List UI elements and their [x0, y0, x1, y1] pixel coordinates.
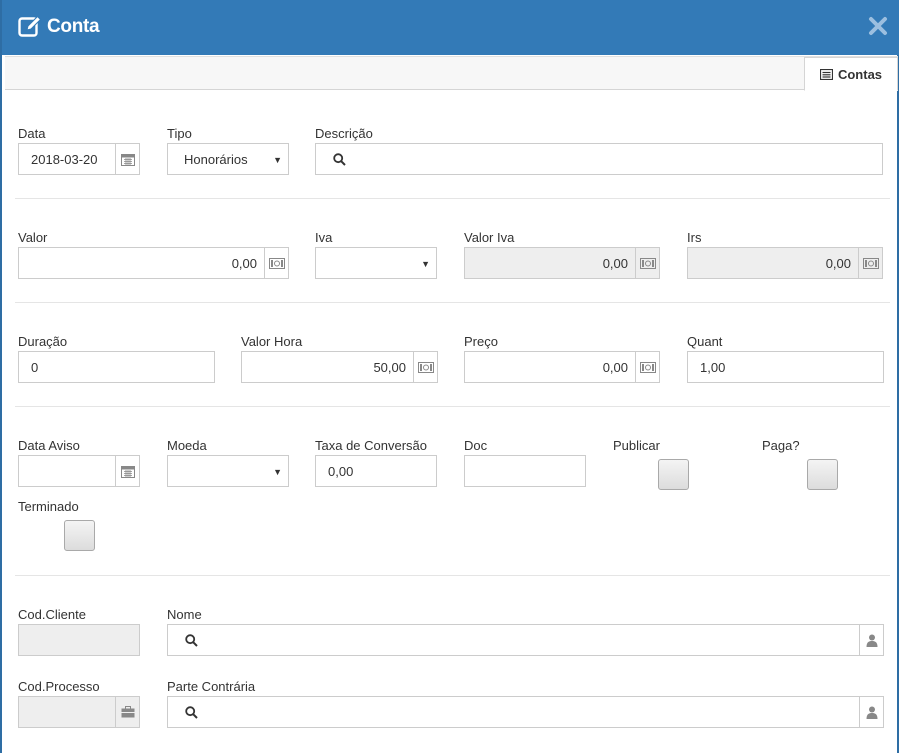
doc-label: Doc — [464, 438, 488, 453]
nome-input[interactable] — [167, 624, 884, 656]
data-value: 2018-03-20 — [31, 151, 98, 167]
tipo-label: Tipo — [167, 126, 192, 141]
user-icon[interactable] — [859, 697, 883, 727]
irs-value: 0,00 — [825, 255, 851, 271]
quant-label: Quant — [687, 334, 723, 349]
moeda-label: Moeda — [167, 438, 207, 453]
cod-cliente-label: Cod.Cliente — [18, 607, 86, 622]
descricao-label: Descrição — [315, 126, 373, 141]
tab-contas[interactable]: Contas — [804, 57, 898, 91]
preco-input[interactable]: 0,00 — [464, 351, 660, 383]
account-modal: Conta Contas Data 2018-03-20 Tipo Honorá… — [0, 0, 899, 753]
publicar-checkbox[interactable] — [658, 459, 689, 490]
edit-icon — [18, 15, 42, 37]
money-icon — [635, 352, 659, 382]
search-icon — [168, 705, 198, 719]
valor-hora-input[interactable]: 50,00 — [241, 351, 438, 383]
divider — [15, 198, 890, 199]
search-icon — [168, 633, 198, 647]
irs-field: 0,00 — [687, 247, 883, 279]
iva-select[interactable]: ▼ — [315, 247, 437, 279]
modal-header: Conta — [2, 0, 899, 55]
terminado-label: Terminado — [18, 499, 79, 514]
valor-iva-label: Valor Iva — [464, 230, 515, 245]
valor-input[interactable]: 0,00 — [18, 247, 289, 279]
divider — [15, 575, 890, 576]
nome-label: Nome — [167, 607, 202, 622]
moeda-select[interactable]: ▼ — [167, 455, 289, 487]
quant-input[interactable]: 1,00 — [687, 351, 884, 383]
money-icon — [635, 248, 659, 278]
taxa-value: 0,00 — [328, 463, 354, 479]
valor-value: 0,00 — [231, 255, 257, 271]
taxa-label: Taxa de Conversão — [315, 438, 428, 453]
valor-label: Valor — [18, 230, 48, 245]
money-icon — [413, 352, 437, 382]
tipo-value: Honorários — [184, 151, 248, 167]
divider — [15, 302, 890, 303]
cod-processo-label: Cod.Processo — [18, 679, 100, 694]
cod-processo-field — [18, 696, 140, 728]
money-icon — [264, 248, 288, 278]
taxa-input[interactable]: 0,00 — [315, 455, 437, 487]
cod-cliente-field — [18, 624, 140, 656]
caret-down-icon: ▼ — [273, 155, 282, 165]
parte-contraria-label: Parte Contrária — [167, 679, 256, 694]
paga-checkbox[interactable] — [807, 459, 838, 490]
irs-label: Irs — [687, 230, 702, 245]
calendar-icon[interactable] — [115, 144, 139, 174]
caret-down-icon: ▼ — [273, 467, 282, 477]
terminado-checkbox[interactable] — [64, 520, 95, 551]
iva-label: Iva — [315, 230, 333, 245]
divider — [15, 406, 890, 407]
tipo-select[interactable]: Honorários ▼ — [167, 143, 289, 175]
valor-iva-value: 0,00 — [602, 255, 628, 271]
doc-input[interactable] — [464, 455, 586, 487]
paga-label: Paga? — [762, 438, 800, 453]
modal-title: Conta — [47, 16, 100, 37]
valor-hora-label: Valor Hora — [241, 334, 303, 349]
data-label: Data — [18, 126, 46, 141]
data-aviso-field[interactable] — [18, 455, 140, 487]
tab-bar: Contas — [5, 56, 898, 91]
data-field[interactable]: 2018-03-20 — [18, 143, 140, 175]
publicar-label: Publicar — [613, 438, 660, 453]
preco-value: 0,00 — [602, 359, 628, 375]
preco-label: Preço — [464, 334, 498, 349]
valor-hora-value: 50,00 — [373, 359, 406, 375]
caret-down-icon: ▼ — [421, 259, 430, 269]
quant-value: 1,00 — [700, 359, 726, 375]
duracao-value: 0 — [31, 359, 39, 375]
parte-contraria-input[interactable] — [167, 696, 884, 728]
user-icon[interactable] — [859, 625, 883, 655]
descricao-input[interactable] — [315, 143, 883, 175]
duracao-label: Duração — [18, 334, 68, 349]
valor-iva-field: 0,00 — [464, 247, 660, 279]
duracao-input[interactable]: 0 — [18, 351, 215, 383]
briefcase-icon[interactable] — [115, 697, 139, 727]
search-icon — [316, 152, 346, 166]
close-icon[interactable] — [867, 15, 889, 37]
money-icon — [858, 248, 882, 278]
tab-label: Contas — [837, 66, 883, 82]
calendar-icon[interactable] — [115, 456, 139, 486]
data-aviso-label: Data Aviso — [18, 438, 80, 453]
list-icon — [819, 68, 833, 80]
